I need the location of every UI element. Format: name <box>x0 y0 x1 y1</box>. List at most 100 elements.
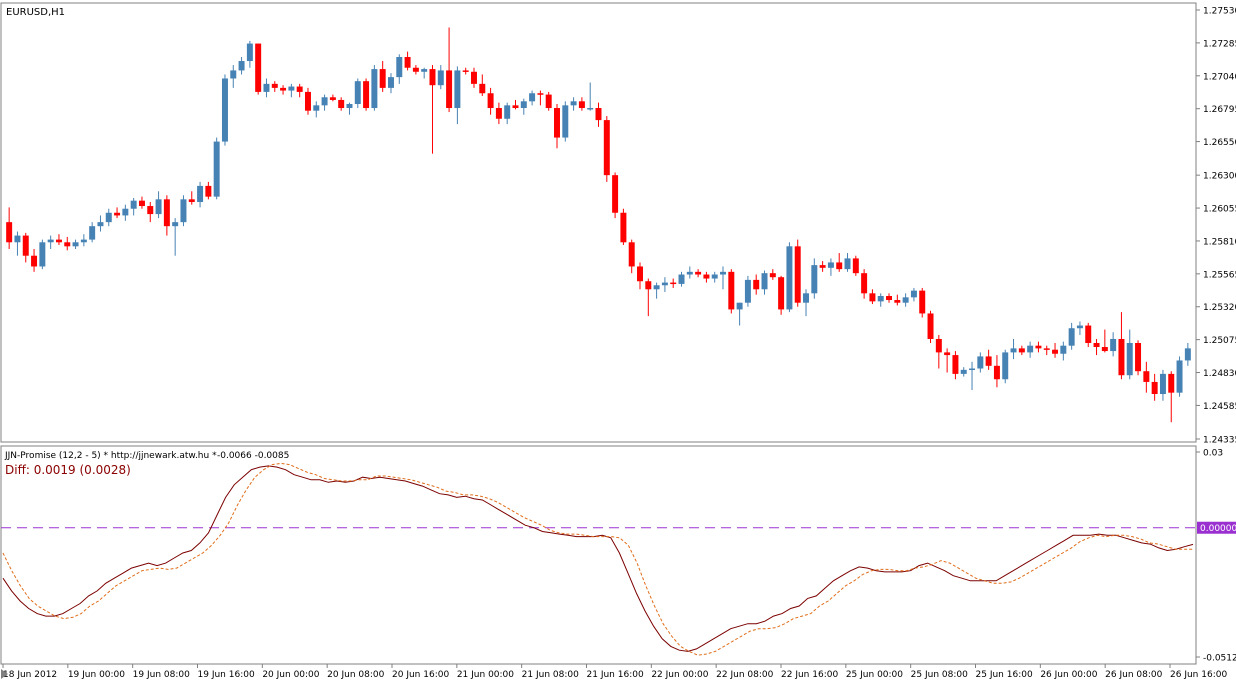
candle-body <box>354 81 361 104</box>
candle-body <box>678 274 685 284</box>
time-tick-label: 22 Jun 00:00 <box>651 670 708 680</box>
candle-body <box>64 242 71 247</box>
indicator-title: JJN-Promise (12,2 - 5) * http://jjnewark… <box>4 451 217 461</box>
time-tick-label: 21 Jun 08:00 <box>522 670 579 680</box>
candle-body <box>1093 342 1100 348</box>
candle-body <box>296 86 303 92</box>
candle-body <box>363 81 370 109</box>
candle-body <box>736 302 743 310</box>
time-axis: 18 Jun 2012 19 Jun 00:00 19 Jun 08:00 19 Ju… <box>2 664 1227 680</box>
indicator-values: -0.0066 -0.0085 <box>217 451 289 461</box>
candle <box>778 275 785 315</box>
time-tick-label: 26 Jun 08:00 <box>1105 670 1162 680</box>
price-tick-label: 1.25810 <box>1203 237 1236 247</box>
chart-window: 1.27530 1.27285 1.27040 1.26795 1.26550 1.263… <box>0 0 1236 683</box>
candle-body <box>836 262 843 270</box>
candle <box>39 239 46 270</box>
candle <box>927 310 934 343</box>
candle <box>728 269 735 314</box>
candle-body <box>603 120 610 176</box>
candle-body <box>321 97 328 106</box>
candle <box>1002 349 1009 384</box>
candle-body <box>935 338 942 353</box>
candle-body <box>55 239 62 243</box>
candle-body <box>761 273 768 290</box>
price-y-axis: 1.27530 1.27285 1.27040 1.26795 1.26550 1.263… <box>1196 7 1236 446</box>
candle-body <box>695 271 702 275</box>
candle-body <box>246 43 253 62</box>
time-tick-label: 25 Jun 16:00 <box>976 670 1033 680</box>
candle-body <box>1068 328 1075 346</box>
candle <box>603 116 610 182</box>
candle-body <box>786 246 793 310</box>
candle-body <box>47 239 54 243</box>
candle-body <box>711 274 718 279</box>
price-tick-label: 1.24585 <box>1203 402 1236 412</box>
diff-label: Diff: 0.0019 (0.0028) <box>5 463 131 477</box>
indicator-tick-label: -0.0512 <box>1203 654 1236 664</box>
candle-body <box>221 78 228 142</box>
candle <box>213 137 220 200</box>
candle-body <box>371 69 378 109</box>
price-tick-label: 1.25320 <box>1203 303 1236 313</box>
price-tick-label: 1.26795 <box>1203 105 1236 115</box>
candle-body <box>97 222 104 227</box>
candle-body <box>412 67 419 72</box>
candle-body <box>778 277 785 310</box>
candle-body <box>421 69 428 72</box>
candle-body <box>794 246 801 303</box>
candle-body <box>628 242 635 267</box>
indicator-tick-label: 0.03 <box>1203 449 1223 459</box>
candle <box>786 242 793 313</box>
candle-body <box>39 242 46 267</box>
candle-body <box>1052 349 1059 354</box>
price-chart-title: EURUSD,H1 <box>6 7 65 18</box>
candle-body <box>570 101 577 106</box>
candle-body <box>529 93 536 102</box>
candle-body <box>1184 348 1191 361</box>
candle-body <box>1118 338 1125 376</box>
candle <box>1135 340 1142 376</box>
candle-body <box>1101 347 1108 352</box>
candle-body <box>487 93 494 109</box>
candle-body <box>172 222 179 227</box>
candle-body <box>512 105 519 109</box>
time-tick-label: 20 Jun 00:00 <box>262 670 319 680</box>
candle-body <box>180 199 187 223</box>
candle-body <box>703 274 710 279</box>
candle-body <box>404 56 411 68</box>
candle <box>363 78 370 111</box>
candle-body <box>1002 352 1009 380</box>
candle-body <box>1076 325 1083 329</box>
candle <box>354 78 361 109</box>
price-tick-label: 1.25075 <box>1203 336 1236 346</box>
candle-body <box>230 70 237 79</box>
candle-body <box>769 273 776 278</box>
time-tick-label: 22 Jun 16:00 <box>781 670 838 680</box>
candle-body <box>844 258 851 270</box>
candle-body <box>1126 342 1133 376</box>
candle-body <box>1135 342 1142 372</box>
chart-svg: 1.27530 1.27285 1.27040 1.26795 1.26550 1.263… <box>0 2 1236 680</box>
candle-body <box>1035 345 1042 349</box>
candle-body <box>977 356 984 369</box>
chart-frames <box>0 2 1197 665</box>
candle-body <box>578 101 585 109</box>
price-tick-label: 1.27530 <box>1203 7 1236 17</box>
candle <box>545 91 552 111</box>
candle-body <box>919 290 926 314</box>
time-tick-label: 25 Jun 00:00 <box>846 670 903 680</box>
time-tick-label: 19 Jun 08:00 <box>133 670 190 680</box>
candle-body <box>304 91 311 111</box>
candle-body <box>1159 373 1166 395</box>
candle-body <box>969 368 976 371</box>
candle-body <box>155 199 162 215</box>
price-tick-label: 1.26055 <box>1203 205 1236 215</box>
indicator-y-axis: 0.03 0.00000 -0.0512 <box>1196 449 1236 664</box>
candle-body <box>1110 338 1117 352</box>
candle-body <box>147 206 154 215</box>
candle <box>304 87 311 115</box>
candle-body <box>554 108 560 138</box>
candle-body <box>1176 360 1183 393</box>
candle-body <box>6 222 13 243</box>
